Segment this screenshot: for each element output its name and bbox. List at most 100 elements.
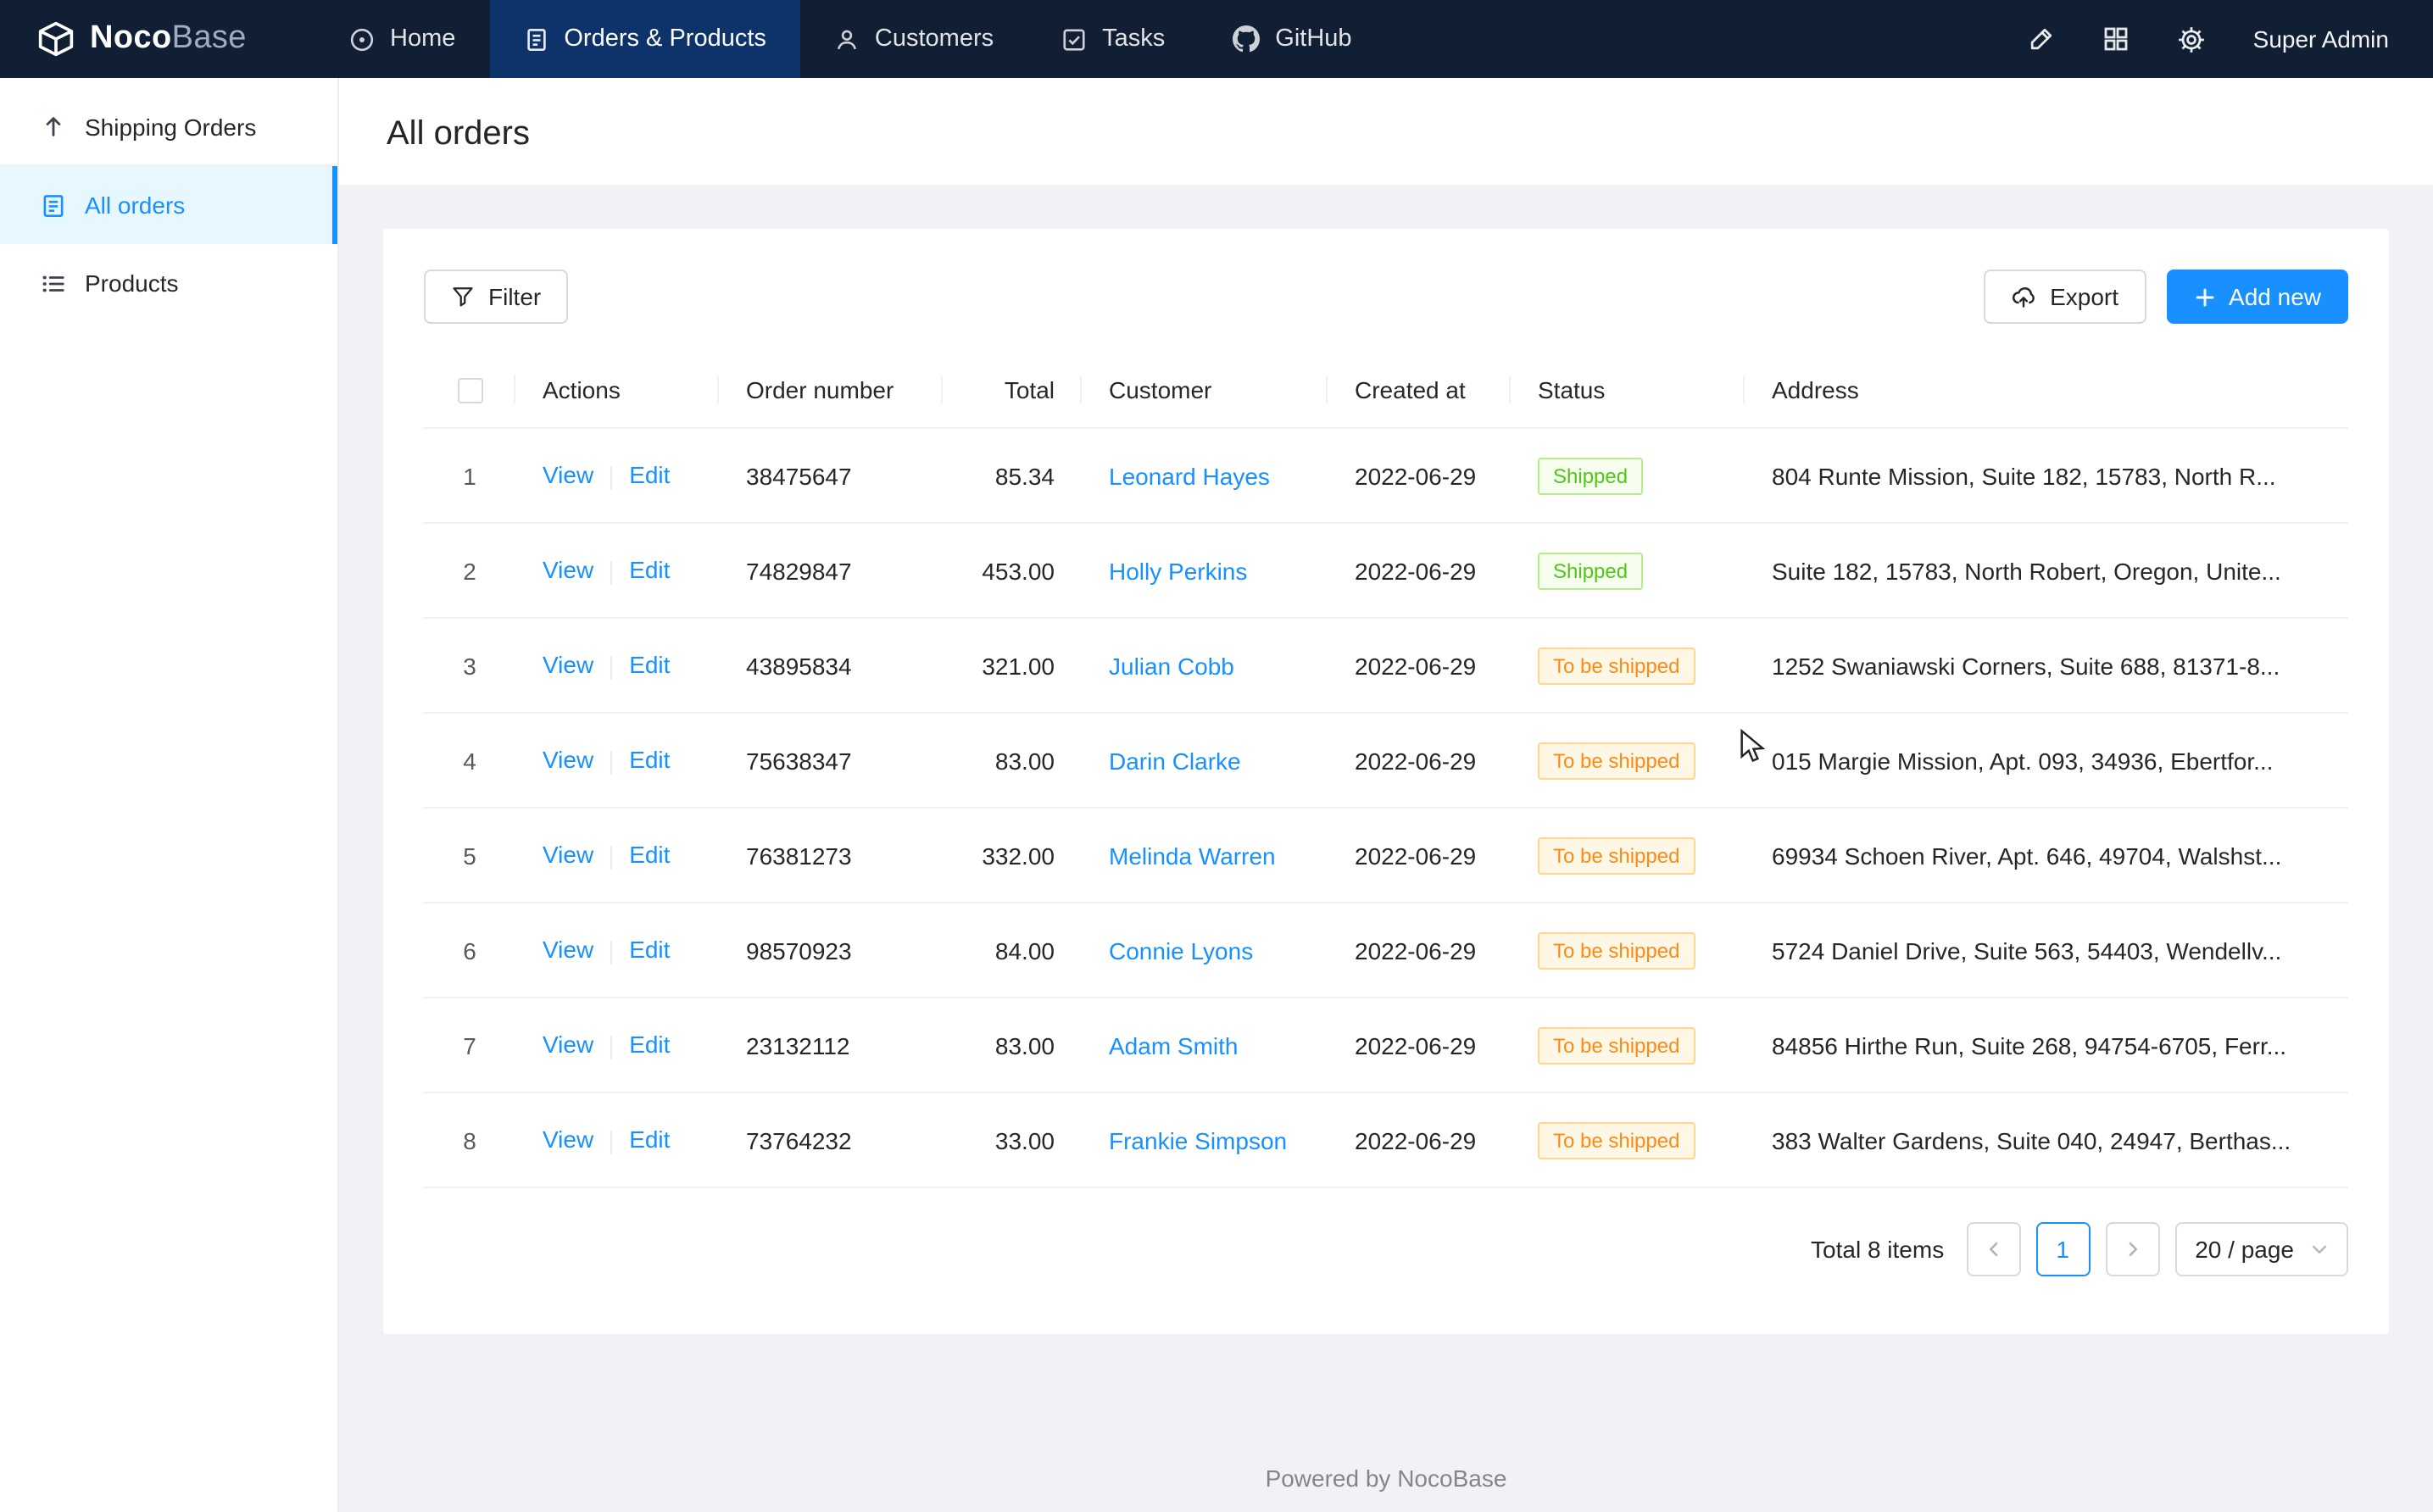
action-divider xyxy=(610,655,612,679)
created-at-cell: 2022-06-29 xyxy=(1328,937,1511,964)
order-file-icon xyxy=(41,192,66,218)
ui-editor-pen-icon[interactable] xyxy=(2028,25,2055,53)
edit-link[interactable]: Edit xyxy=(629,557,670,584)
nav-item-tasks[interactable]: Tasks xyxy=(1027,0,1199,78)
edit-link[interactable]: Edit xyxy=(629,937,670,964)
table-row: 2 ViewEdit 74829847 453.00 Holly Perkins… xyxy=(424,524,2348,619)
nav-item-customers[interactable]: Customers xyxy=(800,0,1027,78)
nav-item-label: Orders & Products xyxy=(564,25,766,53)
nocobase-logo-icon xyxy=(37,20,75,58)
view-link[interactable]: View xyxy=(543,937,593,964)
total-cell: 321.00 xyxy=(943,652,1082,679)
edit-link[interactable]: Edit xyxy=(629,1126,670,1153)
view-link[interactable]: View xyxy=(543,557,593,584)
customer-cell: Holly Perkins xyxy=(1082,557,1328,584)
total-cell: 85.34 xyxy=(943,462,1082,489)
export-button[interactable]: Export xyxy=(1984,270,2146,324)
app-root: NocoBase Home Orders & Products Customer… xyxy=(0,0,2433,1512)
action-divider xyxy=(610,1130,612,1153)
add-new-button[interactable]: Add new xyxy=(2166,270,2348,324)
view-link[interactable]: View xyxy=(543,1031,593,1059)
sidebar: Shipping Orders All orders Products xyxy=(0,78,339,1512)
order-number-cell: 75638347 xyxy=(719,747,943,774)
user-menu[interactable]: Super Admin xyxy=(2253,25,2389,53)
filter-icon xyxy=(451,285,475,309)
row-index: 4 xyxy=(424,747,515,774)
customer-cell: Melinda Warren xyxy=(1082,842,1328,869)
sidebar-item-shipping-orders[interactable]: Shipping Orders xyxy=(0,88,337,166)
orders-card: Filter Export xyxy=(383,229,2389,1334)
apps-grid-icon[interactable] xyxy=(2102,25,2130,53)
action-divider xyxy=(610,560,612,584)
view-link[interactable]: View xyxy=(543,747,593,774)
status-cell: Shipped xyxy=(1511,457,1745,494)
col-header-order-number: Order number xyxy=(719,375,943,403)
next-page-button[interactable] xyxy=(2105,1222,2159,1276)
nav-item-orders-products[interactable]: Orders & Products xyxy=(489,0,800,78)
nav-item-github[interactable]: GitHub xyxy=(1199,0,1385,78)
sidebar-item-label: Products xyxy=(85,270,179,297)
nav-item-label: Tasks xyxy=(1102,25,1165,53)
brand-name: NocoBase xyxy=(90,20,247,58)
nocobase-logo[interactable]: NocoBase xyxy=(0,0,315,78)
actions-cell: View Edit xyxy=(515,747,719,775)
table-row: 7 ViewEdit 23132112 83.00 Adam Smith 202… xyxy=(424,998,2348,1093)
select-all-checkbox[interactable] xyxy=(457,378,482,403)
filter-button[interactable]: Filter xyxy=(424,270,568,324)
actions-cell: View Edit xyxy=(515,842,719,870)
order-number-cell: 43895834 xyxy=(719,652,943,679)
total-cell: 83.00 xyxy=(943,747,1082,774)
list-icon xyxy=(41,270,66,296)
customer-link[interactable]: Julian Cobb xyxy=(1109,652,1234,679)
edit-link[interactable]: Edit xyxy=(629,462,670,489)
col-header-customer: Customer xyxy=(1082,375,1328,403)
prev-page-button[interactable] xyxy=(1966,1222,2020,1276)
nav-item-label: Home xyxy=(390,25,455,53)
status-cell: Shipped xyxy=(1511,552,1745,589)
view-link[interactable]: View xyxy=(543,462,593,489)
customer-link[interactable]: Holly Perkins xyxy=(1109,557,1247,584)
col-header-actions: Actions xyxy=(515,375,719,403)
customer-link[interactable]: Darin Clarke xyxy=(1109,747,1241,774)
created-at-cell: 2022-06-29 xyxy=(1328,652,1511,679)
edit-link[interactable]: Edit xyxy=(629,652,670,679)
page-header: All orders xyxy=(339,78,2433,185)
table-row: 8 ViewEdit 73764232 33.00 Frankie Simpso… xyxy=(424,1093,2348,1188)
sidebar-item-products[interactable]: Products xyxy=(0,244,337,322)
home-icon xyxy=(349,26,375,52)
total-cell: 33.00 xyxy=(943,1126,1082,1153)
customer-link[interactable]: Melinda Warren xyxy=(1109,842,1276,869)
customer-cell: Connie Lyons xyxy=(1082,937,1328,964)
view-link[interactable]: View xyxy=(543,842,593,869)
view-link[interactable]: View xyxy=(543,1126,593,1153)
status-badge: Shipped xyxy=(1538,552,1643,589)
table-header-row: Actions Order number Total Customer Crea… xyxy=(424,351,2348,429)
customer-cell: Julian Cobb xyxy=(1082,652,1328,679)
settings-gear-icon[interactable] xyxy=(2177,25,2206,53)
status-badge: To be shipped xyxy=(1538,931,1695,969)
row-index: 1 xyxy=(424,462,515,489)
nav-item-home[interactable]: Home xyxy=(315,0,489,78)
page-size-select[interactable]: 20 / page xyxy=(2174,1222,2348,1276)
col-header-address: Address xyxy=(1745,375,2348,403)
created-at-cell: 2022-06-29 xyxy=(1328,462,1511,489)
orders-icon xyxy=(523,26,548,52)
view-link[interactable]: View xyxy=(543,652,593,679)
page-number-button[interactable]: 1 xyxy=(2035,1222,2090,1276)
export-cloud-icon xyxy=(2011,284,2036,309)
edit-link[interactable]: Edit xyxy=(629,747,670,774)
customer-link[interactable]: Leonard Hayes xyxy=(1109,462,1270,489)
edit-link[interactable]: Edit xyxy=(629,1031,670,1059)
table-row: 6 ViewEdit 98570923 84.00 Connie Lyons 2… xyxy=(424,903,2348,998)
actions-cell: View Edit xyxy=(515,462,719,490)
card-toolbar: Filter Export xyxy=(424,270,2348,324)
edit-link[interactable]: Edit xyxy=(629,842,670,869)
customer-link[interactable]: Connie Lyons xyxy=(1109,937,1253,964)
col-header-total: Total xyxy=(943,375,1082,403)
order-number-cell: 98570923 xyxy=(719,937,943,964)
actions-cell: View Edit xyxy=(515,937,719,964)
sidebar-item-all-orders[interactable]: All orders xyxy=(0,166,337,244)
customer-link[interactable]: Frankie Simpson xyxy=(1109,1126,1287,1153)
total-cell: 453.00 xyxy=(943,557,1082,584)
customer-link[interactable]: Adam Smith xyxy=(1109,1031,1239,1059)
